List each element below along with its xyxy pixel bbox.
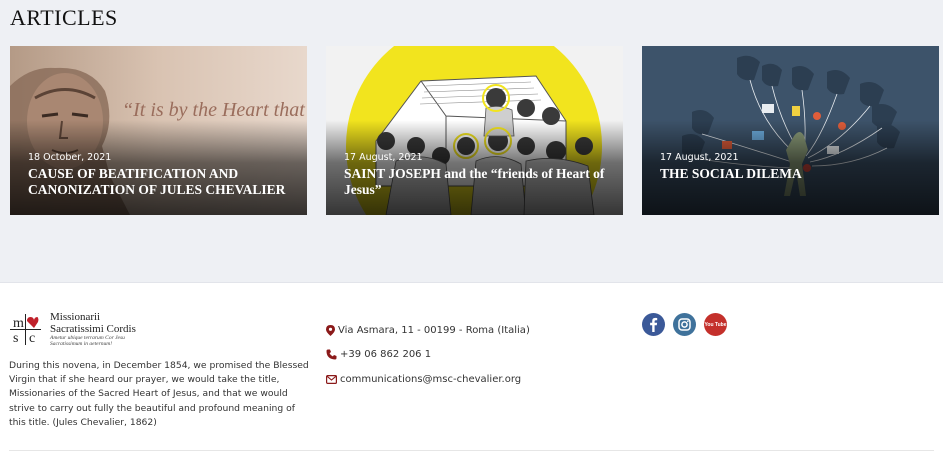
svg-text:c: c [29, 331, 35, 346]
msc-logo[interactable]: m s c Missionarii Sacratissimi Cordis Am… [9, 311, 149, 349]
envelope-icon [326, 375, 337, 384]
section-title: ARTICLES [10, 5, 118, 30]
article-card-social-dilema[interactable]: 17 August, 2021 THE SOCIAL DILEMA [642, 46, 939, 215]
article-date: 17 August, 2021 [344, 152, 423, 163]
facebook-icon [650, 317, 658, 332]
articles-section: ARTICLES “It is by the Heart that we are… [0, 0, 943, 282]
footer-about-text: During this novena, in December 1854, we… [9, 360, 309, 428]
facebook-link[interactable] [642, 313, 665, 336]
svg-text:m: m [13, 316, 24, 331]
contact-address: Via Asmara, 11 - 00199 - Roma (Italia) [326, 325, 530, 336]
instagram-link[interactable] [673, 313, 696, 336]
contact-phone[interactable]: +39 06 862 206 1 [326, 349, 431, 360]
logo-name-line1: Missionarii [50, 311, 101, 323]
instagram-icon [678, 318, 691, 331]
article-card-beatification[interactable]: “It is by the Heart that we are somethin… [10, 46, 307, 215]
article-date: 17 August, 2021 [660, 152, 739, 163]
youtube-icon: You Tube [704, 322, 726, 328]
phone-icon [326, 349, 337, 360]
site-footer: m s c Missionarii Sacratissimi Cordis Am… [0, 282, 943, 452]
contact-email[interactable]: communications@msc-chevalier.org [326, 374, 521, 385]
msc-logo-mark: m s c [10, 314, 41, 346]
svg-text:s: s [13, 331, 18, 346]
map-marker-icon [326, 325, 335, 336]
logo-name-line2: Sacratissimi Cordis [50, 323, 136, 335]
article-card-saint-joseph[interactable]: 17 August, 2021 SAINT JOSEPH and the “fr… [326, 46, 623, 215]
article-date: 18 October, 2021 [28, 152, 112, 163]
logo-text: Missionarii Sacratissimi Cordis Ametur u… [50, 311, 136, 348]
address-text: Via Asmara, 11 - 00199 - Roma (Italia) [338, 325, 530, 336]
article-title[interactable]: SAINT JOSEPH and the “friends of Heart o… [344, 166, 614, 197]
article-title[interactable]: THE SOCIAL DILEMA [660, 166, 930, 182]
phone-text: +39 06 862 206 1 [340, 349, 432, 360]
svg-text:You Tube: You Tube [704, 322, 726, 328]
image-quote-text: “It is by the Heart that we are somethin… [122, 99, 307, 121]
article-title[interactable]: CAUSE OF BEATIFICATION AND CANONIZATION … [28, 166, 298, 197]
logo-motto-line2: Sacratissimum in aeternum! [50, 341, 113, 347]
youtube-link[interactable]: You Tube [704, 313, 727, 336]
email-text: communications@msc-chevalier.org [340, 374, 522, 385]
